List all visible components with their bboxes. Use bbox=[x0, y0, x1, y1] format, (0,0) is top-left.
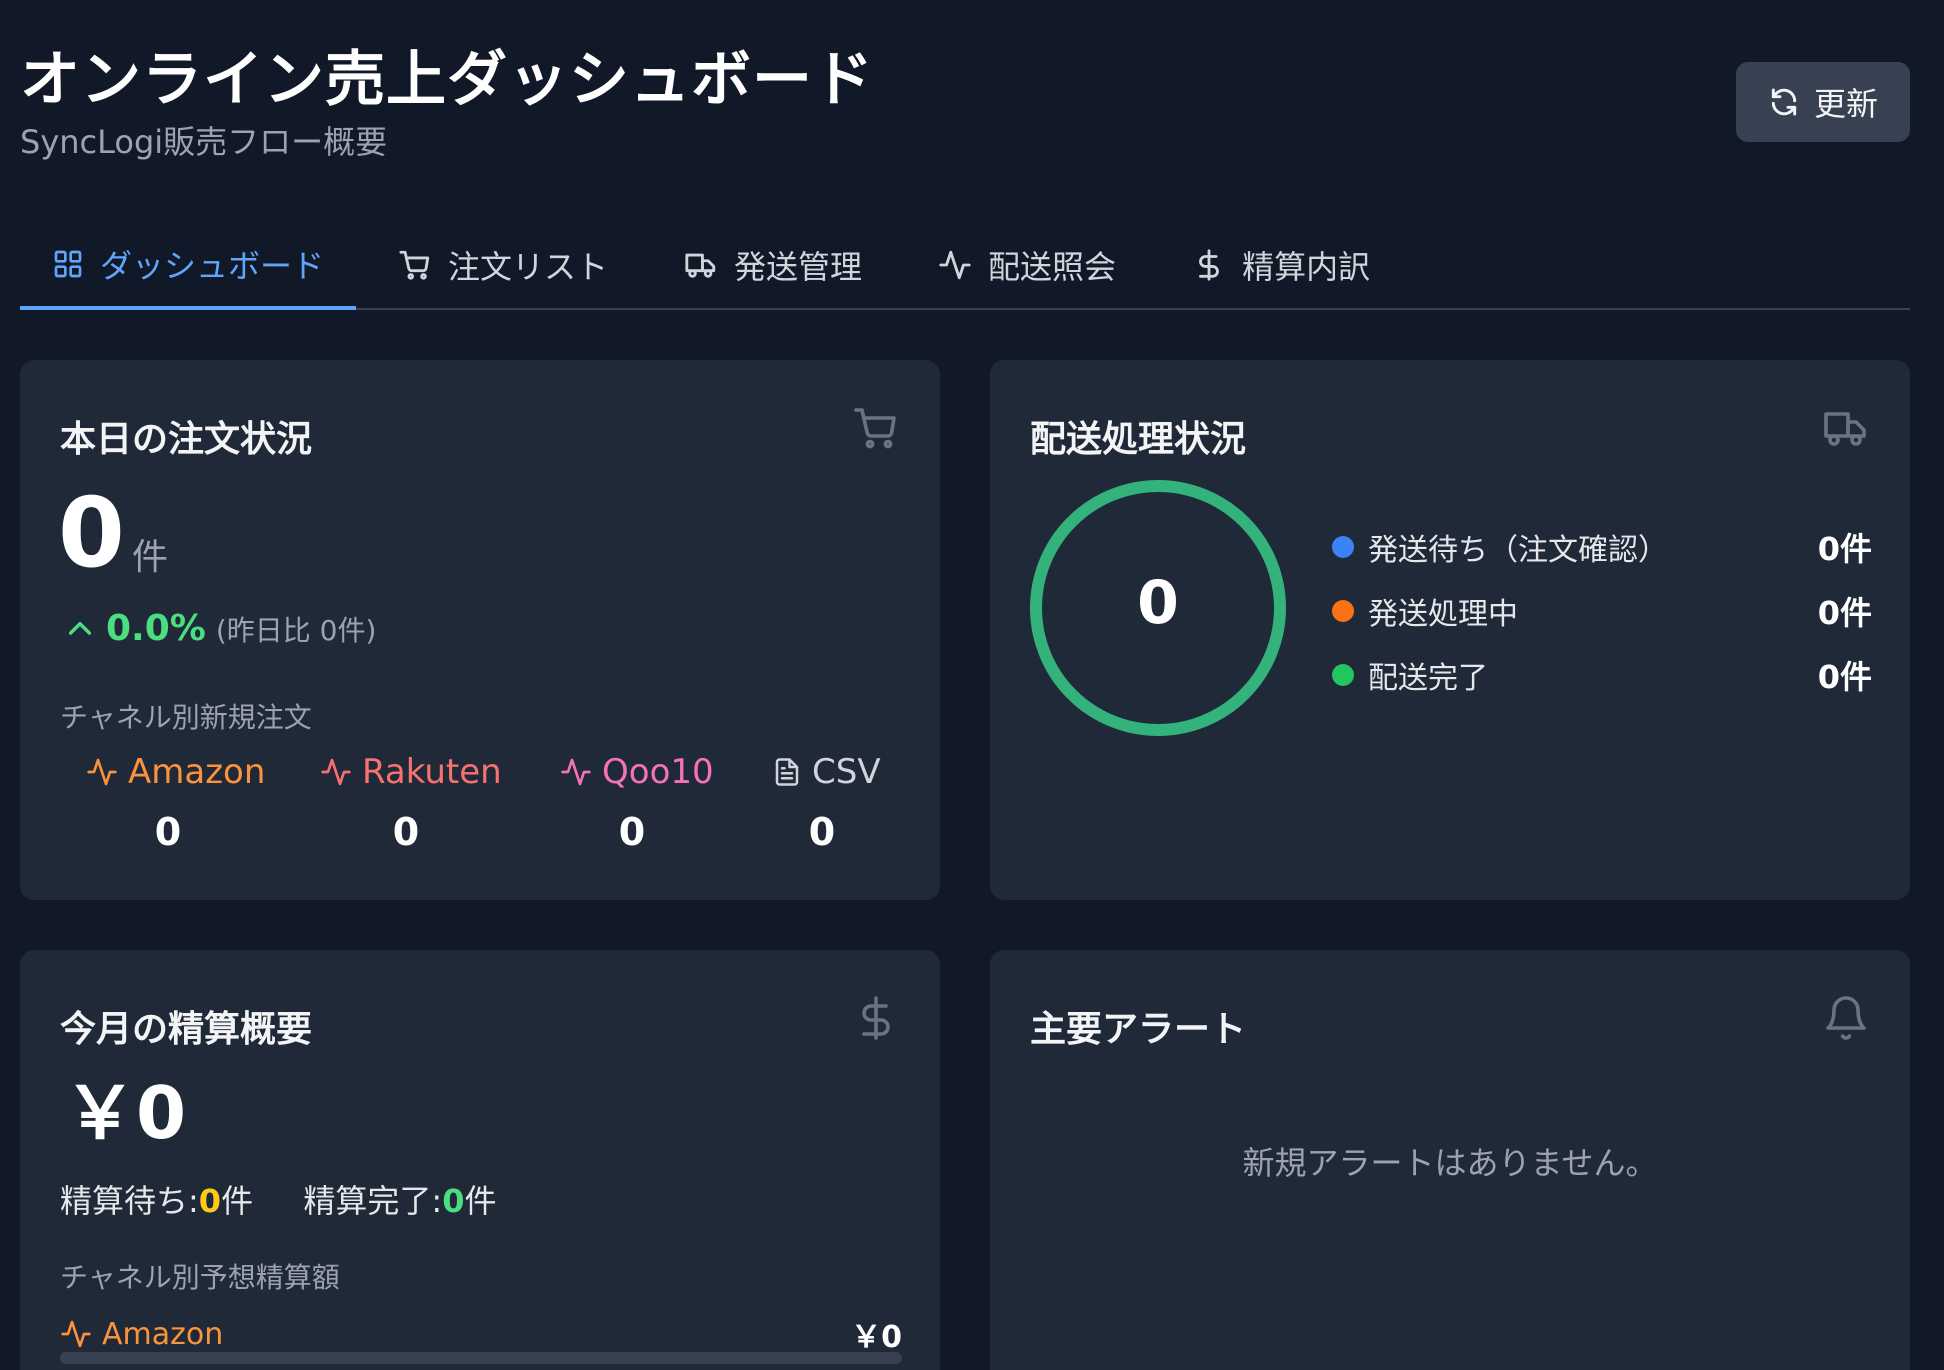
tab-orders[interactable]: 注文リスト bbox=[364, 222, 642, 308]
legend-dot bbox=[1332, 536, 1354, 558]
activity-icon bbox=[561, 758, 591, 786]
bell-icon bbox=[1826, 996, 1866, 1040]
refresh-label: 更新 bbox=[1813, 85, 1878, 123]
cart-icon bbox=[399, 250, 430, 280]
legend-delivered: 配送完了 0件 bbox=[1332, 652, 1872, 698]
alerts-empty-message: 新規アラートはありません。 bbox=[1242, 1144, 1658, 1182]
refresh-icon bbox=[1771, 88, 1797, 116]
grid-icon bbox=[54, 250, 82, 278]
card-title: 配送処理状況 bbox=[1030, 419, 1247, 460]
legend-pending: 発送待ち（注文確認） 0件 bbox=[1332, 524, 1872, 570]
card-title: 本日の注文状況 bbox=[60, 419, 313, 460]
tab-label: 注文リスト bbox=[448, 248, 609, 286]
tab-label: 精算内訳 bbox=[1242, 248, 1371, 286]
change-note: (昨日比 0件) bbox=[215, 613, 377, 647]
channel-rakuten: Rakuten bbox=[320, 752, 502, 792]
order-count: 0 bbox=[58, 477, 125, 589]
settlement-card: 今月の精算概要 ￥0 精算待ち:0件 精算完了:0件 チャネル別予想精算額 Am… bbox=[20, 950, 940, 1370]
pending-count: 0 bbox=[198, 1182, 222, 1220]
activity-icon bbox=[61, 1320, 91, 1348]
channel-name: Qoo10 bbox=[602, 752, 714, 792]
pending-label: 精算待ち: bbox=[60, 1182, 199, 1220]
channel-name: CSV bbox=[812, 752, 881, 792]
channel-count: 0 bbox=[618, 810, 646, 854]
channel-heading: チャネル別新規注文 bbox=[60, 701, 312, 734]
channel-amount: ￥0 bbox=[851, 1320, 902, 1355]
ring-total: 0 bbox=[1137, 568, 1179, 638]
legend-label: 発送処理中 bbox=[1368, 597, 1518, 632]
tab-label: ダッシュボード bbox=[100, 247, 325, 285]
channel-csv: CSV bbox=[772, 752, 881, 792]
nav-tabs: ダッシュボード 注文リスト 発送管理 配送照会 精算内訳 bbox=[20, 222, 1910, 310]
truck-icon bbox=[685, 253, 716, 278]
legend-dot bbox=[1332, 664, 1354, 686]
channel-count: 0 bbox=[154, 810, 182, 854]
order-unit: 件 bbox=[132, 537, 169, 578]
dollar-icon bbox=[1199, 249, 1219, 281]
channel-count: 0 bbox=[808, 810, 836, 854]
chevron-up-icon bbox=[68, 621, 92, 635]
done-label: 精算完了: bbox=[303, 1182, 443, 1220]
page-title: オンライン売上ダッシュボード bbox=[20, 45, 874, 115]
tab-shipping[interactable]: 発送管理 bbox=[650, 222, 896, 308]
page-header: オンライン売上ダッシュボード SyncLogi販売フロー概要 更新 bbox=[20, 40, 1910, 170]
done-count: 0 bbox=[442, 1182, 465, 1220]
activity-icon bbox=[321, 758, 351, 786]
legend-processing: 発送処理中 0件 bbox=[1332, 588, 1872, 634]
legend-dot bbox=[1332, 600, 1354, 622]
dollar-icon bbox=[862, 996, 890, 1040]
legend-value: 0件 bbox=[1817, 530, 1872, 568]
orders-card: 本日の注文状況 0 件 0.0% (昨日比 0件) チャネル別新規注文 Amaz… bbox=[20, 360, 940, 900]
refresh-button[interactable]: 更新 bbox=[1736, 62, 1910, 142]
pending-unit: 件 bbox=[221, 1182, 254, 1220]
alerts-card: 主要アラート 新規アラートはありません。 bbox=[990, 950, 1910, 1370]
done-unit: 件 bbox=[464, 1182, 497, 1220]
legend-label: 発送待ち（注文確認） bbox=[1368, 533, 1668, 568]
tab-label: 発送管理 bbox=[734, 248, 863, 286]
channel-count: 0 bbox=[392, 810, 420, 854]
activity-icon bbox=[87, 758, 117, 786]
legend-label: 配送完了 bbox=[1368, 661, 1488, 696]
tab-dashboard[interactable]: ダッシュボード bbox=[20, 222, 357, 310]
order-change: 0.0% (昨日比 0件) bbox=[64, 608, 376, 649]
change-percent: 0.0% bbox=[106, 608, 206, 649]
channel-qoo10: Qoo10 bbox=[560, 752, 714, 792]
legend-value: 0件 bbox=[1817, 658, 1872, 696]
card-title: 今月の精算概要 bbox=[60, 1009, 313, 1050]
settlement-channel-amazon: Amazon ￥0 bbox=[60, 1312, 902, 1356]
legend-value: 0件 bbox=[1817, 594, 1872, 632]
card-title: 主要アラート bbox=[1030, 1009, 1247, 1050]
channel-name: Amazon bbox=[128, 752, 266, 792]
page-subtitle: SyncLogi販売フロー概要 bbox=[20, 123, 388, 161]
channel-heading: チャネル別予想精算額 bbox=[60, 1261, 340, 1294]
settlement-progress-track bbox=[60, 1352, 902, 1364]
truck-icon bbox=[1824, 412, 1866, 446]
channel-amazon: Amazon bbox=[86, 752, 265, 792]
settlement-amount: ￥0 bbox=[64, 1071, 187, 1155]
tab-tracking[interactable]: 配送照会 bbox=[904, 222, 1150, 308]
cart-icon bbox=[854, 408, 896, 449]
activity-icon bbox=[939, 250, 971, 280]
channel-name: Amazon bbox=[102, 1316, 224, 1352]
tab-settlement[interactable]: 精算内訳 bbox=[1158, 222, 1404, 308]
channel-name: Rakuten bbox=[362, 752, 502, 792]
tab-label: 配送照会 bbox=[988, 248, 1117, 286]
file-icon bbox=[775, 758, 799, 786]
settlement-status: 精算待ち:0件 精算完了:0件 bbox=[60, 1176, 497, 1222]
